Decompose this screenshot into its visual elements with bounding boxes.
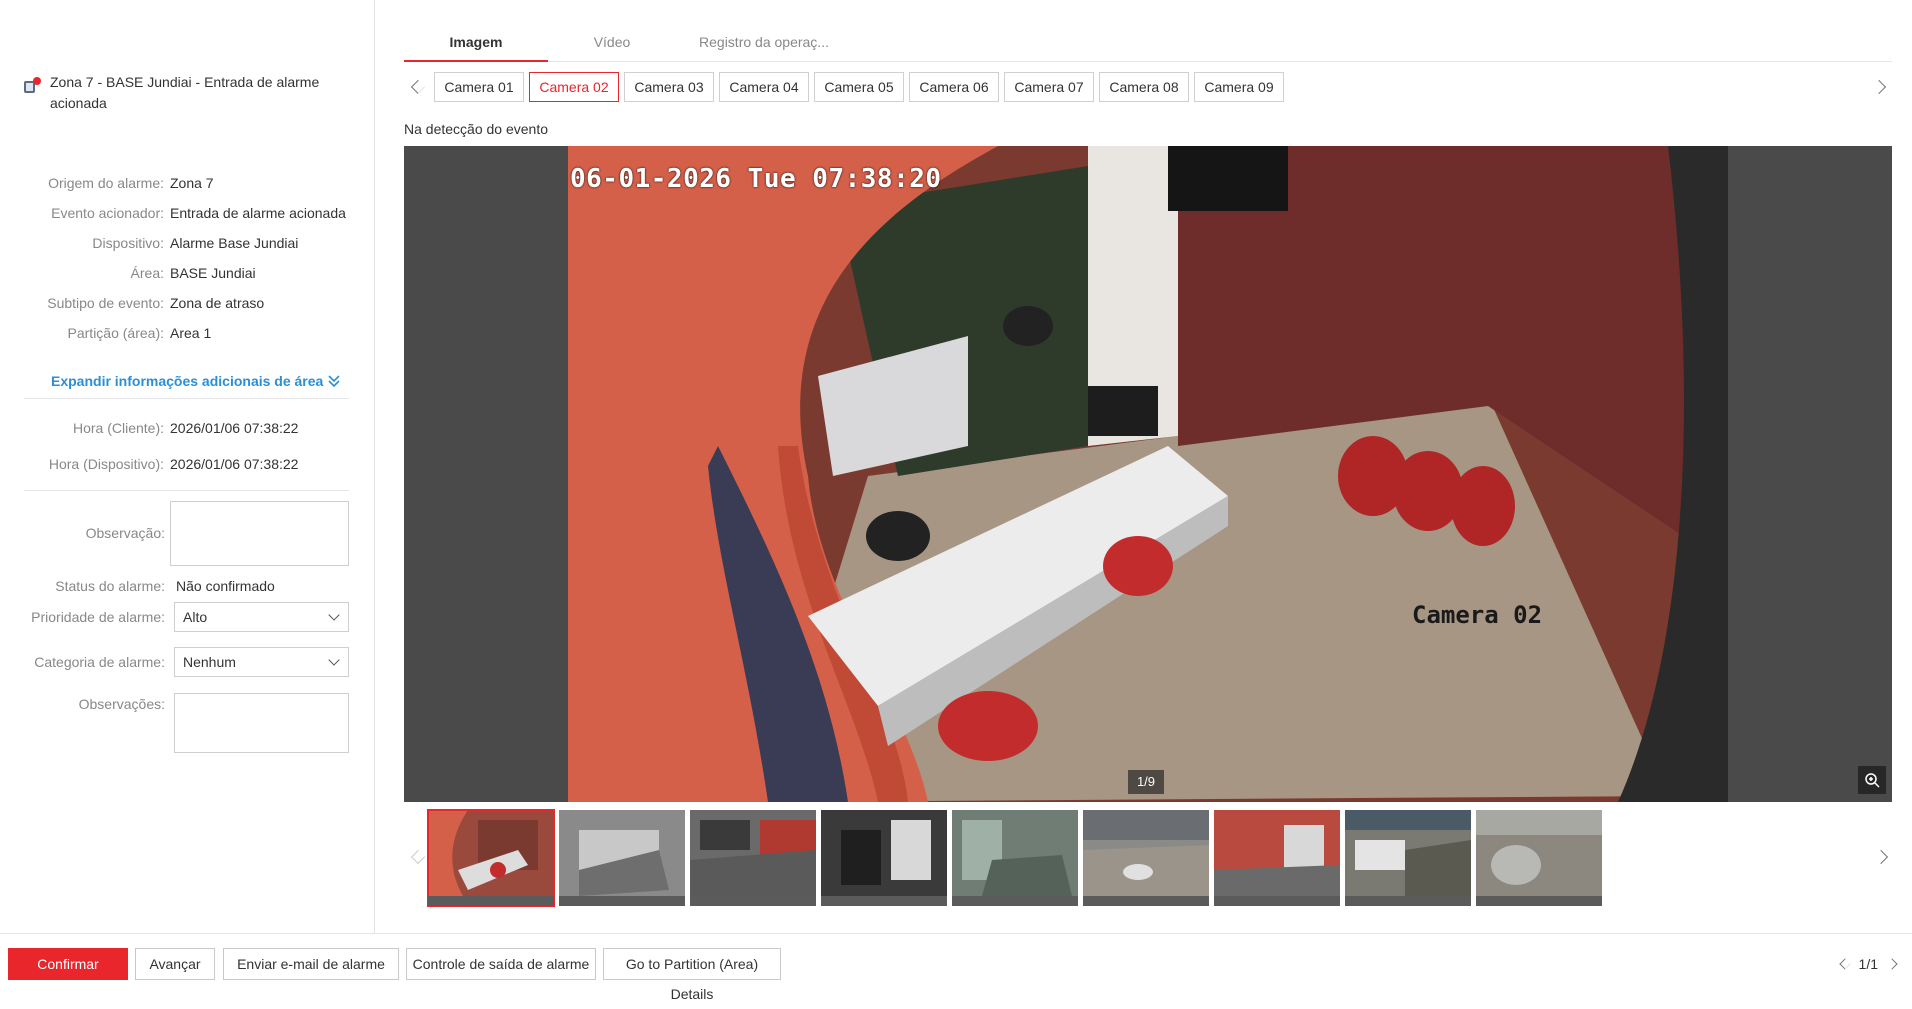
osd-camera-name: Camera 02	[1412, 601, 1543, 629]
alarm-output-button[interactable]: Controle de saída de alarme	[406, 948, 596, 980]
detail-row-dispositivo: Dispositivo: Alarme Base Jundiai	[92, 235, 299, 251]
camera-tab-09[interactable]: Camera 09	[1194, 72, 1284, 102]
observacoes-label: Observações:	[78, 696, 165, 712]
camera-snapshot	[568, 146, 1728, 802]
zoom-in-icon	[1865, 773, 1880, 788]
tab-imagem[interactable]: Imagem	[404, 28, 548, 62]
camera-tab-07[interactable]: Camera 07	[1004, 72, 1094, 102]
camera-tab-05[interactable]: Camera 05	[814, 72, 904, 102]
osd-timestamp: 06-01-2026 Tue 07:38:20	[570, 164, 942, 194]
detail-row-area: Área: BASE Jundiai	[130, 265, 256, 281]
observacao-label: Observação:	[85, 525, 165, 541]
camera-tab-06[interactable]: Camera 06	[909, 72, 999, 102]
detail-row-particao: Partição (área): Area 1	[67, 325, 212, 341]
detection-label: Na detecção do evento	[404, 121, 548, 137]
categoria-select[interactable]: Nenhum	[174, 647, 349, 677]
camera-tab-01[interactable]: Camera 01	[434, 72, 524, 102]
thumbnail[interactable]	[1214, 810, 1340, 906]
chevron-left-icon[interactable]	[1838, 958, 1851, 970]
camera-tab-03[interactable]: Camera 03	[624, 72, 714, 102]
next-button[interactable]: Avançar	[135, 948, 215, 980]
thumbnail-image	[1476, 810, 1602, 896]
detail-row-subtipo: Subtipo de evento: Zona de atraso	[47, 295, 265, 311]
thumbnail-image	[559, 810, 685, 896]
prioridade-label: Prioridade de alarme:	[31, 609, 165, 625]
detail-row-origem: Origem do alarme: Zona 7	[48, 175, 214, 191]
view-tabs: Imagem Vídeo Registro da operaç...	[404, 28, 1892, 62]
alarm-details-panel: Zona 7 - BASE Jundiai - Entrada de alarm…	[0, 0, 375, 933]
double-chevron-down-icon	[328, 375, 340, 388]
camera-tab-02[interactable]: Camera 02	[529, 72, 619, 102]
alarm-header: Zona 7 - BASE Jundiai - Entrada de alarm…	[22, 72, 352, 114]
send-email-button[interactable]: Enviar e-mail de alarme	[223, 948, 399, 980]
thumbnail-strip	[404, 809, 1892, 907]
image-viewer[interactable]: 06-01-2026 Tue 07:38:20 Camera 02 1/9	[404, 146, 1892, 802]
thumbnail-image	[952, 810, 1078, 896]
observacao-field[interactable]	[170, 501, 349, 566]
status-label: Status do alarme:	[55, 578, 165, 594]
detail-row-evento: Evento acionador: Entrada de alarme acion…	[51, 205, 346, 221]
chevron-down-icon	[328, 609, 340, 621]
tab-registro[interactable]: Registro da operaç...	[684, 28, 844, 62]
tab-video[interactable]: Vídeo	[559, 28, 665, 62]
categoria-label: Categoria de alarme:	[34, 654, 165, 670]
zoom-in-button[interactable]	[1858, 766, 1886, 794]
expand-area-info-label: Expandir informações adicionais de área	[51, 373, 324, 389]
alarm-device-icon	[22, 77, 41, 96]
thumbnail[interactable]	[821, 810, 947, 906]
pager-text: 1/1	[1858, 956, 1878, 972]
confirm-button[interactable]: Confirmar	[8, 948, 128, 980]
status-value: Não confirmado	[176, 578, 275, 594]
thumbnail-image	[690, 810, 816, 896]
thumbnail[interactable]	[427, 809, 555, 907]
chevron-down-icon	[328, 654, 340, 666]
thumbnail-image	[428, 810, 554, 896]
thumbnail[interactable]	[1476, 810, 1602, 906]
alarm-title: Zona 7 - BASE Jundiai - Entrada de alarm…	[50, 74, 320, 111]
camera-tab-08[interactable]: Camera 08	[1099, 72, 1189, 102]
divider	[24, 398, 349, 399]
thumbnail-image	[1083, 810, 1209, 896]
camera-selector: Camera 01 Camera 02 Camera 03 Camera 04 …	[404, 72, 1892, 102]
thumbnail[interactable]	[690, 810, 816, 906]
camera-tab-04[interactable]: Camera 04	[719, 72, 809, 102]
chevron-right-icon[interactable]	[1873, 849, 1889, 865]
prioridade-selected: Alto	[183, 609, 208, 625]
chevron-left-icon[interactable]	[410, 79, 426, 95]
chevron-left-icon[interactable]	[410, 849, 426, 865]
thumbnail-image	[1214, 810, 1340, 896]
image-counter: 1/9	[1128, 770, 1164, 794]
thumbnail[interactable]	[952, 810, 1078, 906]
thumbnail[interactable]	[1083, 810, 1209, 906]
thumbnail-image	[821, 810, 947, 896]
expand-area-info-link[interactable]: Expandir informações adicionais de área	[51, 373, 341, 389]
thumbnail[interactable]	[1345, 810, 1471, 906]
divider	[24, 490, 349, 491]
thumbnail-image	[1345, 810, 1471, 896]
categoria-selected: Nenhum	[183, 654, 236, 670]
action-footer: Confirmar Avançar Enviar e-mail de alarm…	[0, 933, 1912, 1002]
chevron-right-icon[interactable]	[1886, 958, 1898, 970]
observacoes-field[interactable]	[174, 693, 349, 753]
chevron-right-icon[interactable]	[1871, 79, 1887, 95]
snapshot-scene	[568, 146, 1728, 802]
prioridade-select[interactable]: Alto	[174, 602, 349, 632]
partition-details-button[interactable]: Go to Partition (Area) Details	[603, 948, 781, 1002]
time-row-cliente: Hora (Cliente): 2026/01/06 07:38:22	[72, 420, 299, 436]
thumbnail[interactable]	[559, 810, 685, 906]
time-row-dispositivo: Hora (Dispositivo): 2026/01/06 07:38:22	[48, 456, 299, 472]
pager: 1/1	[1838, 956, 1898, 972]
